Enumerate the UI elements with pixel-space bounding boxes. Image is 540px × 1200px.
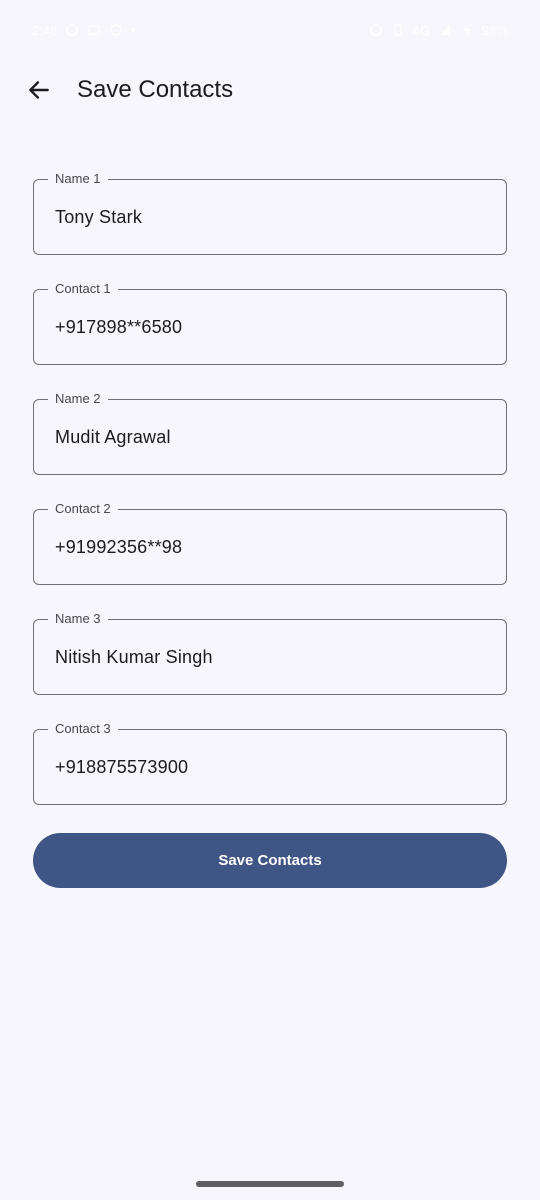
status-right: 4G 98% (369, 23, 508, 38)
arrow-left-icon (29, 81, 49, 99)
screen: 2:48 4G 98% Save Contacts Name 1 Tony St… (0, 0, 540, 1200)
network-type: 4G (412, 22, 430, 38)
charging-icon (462, 24, 471, 36)
field-value: +91992356**98 (55, 536, 183, 557)
field-value: Tony Stark (55, 206, 143, 227)
notification-icon (66, 24, 79, 36)
battery-level: 98% (481, 22, 508, 38)
back-button[interactable] (18, 69, 60, 111)
field-value: Nitish Kumar Singh (55, 646, 213, 667)
contact-2-field[interactable]: Contact 2 +91992356**98 (33, 500, 507, 585)
vibrate-icon (393, 24, 402, 36)
app-icon (110, 24, 123, 36)
status-left: 2:48 (32, 22, 136, 38)
field-value: +918875573900 (55, 756, 189, 777)
field-value: Mudit Agrawal (55, 426, 171, 447)
signal-icon (439, 25, 450, 35)
contact-1-field[interactable]: Contact 1 +917898**6580 (33, 280, 507, 365)
name-3-field[interactable]: Name 3 Nitish Kumar Singh (33, 610, 507, 695)
alarm-icon (369, 24, 382, 36)
home-indicator[interactable] (196, 1181, 344, 1187)
contact-3-field[interactable]: Contact 3 +918875573900 (33, 720, 507, 805)
app-bar: Save Contacts (0, 60, 540, 122)
save-contacts-label: Save Contacts (218, 852, 322, 869)
name-1-field[interactable]: Name 1 Tony Stark (33, 170, 507, 255)
status-bar: 2:48 4G 98% (0, 0, 540, 60)
page-title: Save Contacts (77, 76, 234, 103)
field-value: +917898**6580 (55, 316, 183, 337)
status-time: 2:48 (32, 22, 58, 38)
more-notifications-dot (131, 28, 136, 32)
message-icon (88, 25, 101, 35)
name-2-field[interactable]: Name 2 Mudit Agrawal (33, 390, 507, 475)
save-contacts-button[interactable]: Save Contacts (33, 833, 507, 888)
